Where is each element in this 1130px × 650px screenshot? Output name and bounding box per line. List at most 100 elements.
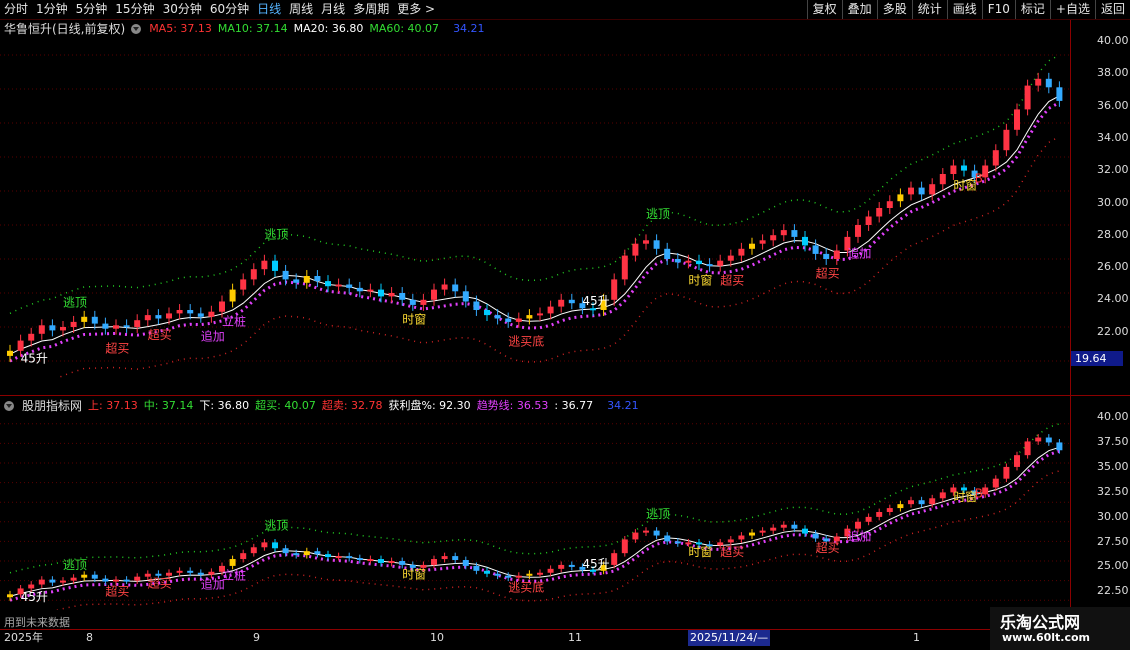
tab-9[interactable]: 多周期 <box>349 0 393 19</box>
candle-body <box>187 310 194 314</box>
candle-body <box>1024 441 1031 456</box>
candle-body <box>388 293 395 297</box>
future-data-note: 用到未来数据 <box>4 616 70 629</box>
date-cursor-highlight: 2025/11/24/— <box>688 630 771 646</box>
dropdown-icon[interactable] <box>131 24 142 34</box>
axis-tick-2: 35.00 <box>1097 459 1129 473</box>
candle-body <box>939 492 946 499</box>
main-price-axis: 40.00 38.00 36.00 34.00 32.00 30.00 28.00 26.00… <box>1070 20 1130 395</box>
candle-body <box>590 308 596 311</box>
period-toolbar: 分时 1分钟 5分钟 15分钟 30分钟 60分钟 日线 周线 月线 多周期 更多 > 复权 叠加 多股… <box>0 0 1130 20</box>
candle-body <box>611 553 618 565</box>
panel-divider[interactable] <box>0 395 1130 396</box>
candle-body <box>325 554 331 558</box>
tab-10[interactable]: 更多 > <box>393 0 439 19</box>
logo-name: 乐淘公式网 <box>1000 613 1081 632</box>
candle-body <box>134 576 141 581</box>
axis-tick-4: 32.00 <box>1097 163 1129 177</box>
axis-tick-7: 26.00 <box>1097 260 1129 274</box>
tab-3[interactable]: 15分钟 <box>111 0 158 19</box>
toolbar-button-5[interactable]: F10 <box>981 0 1015 19</box>
candle-body <box>123 579 130 582</box>
candle-body <box>526 315 533 319</box>
upper-band-line <box>9 54 1060 315</box>
candle-body <box>378 289 384 297</box>
main-annotation-13: 45升 <box>582 294 609 308</box>
candle-body <box>897 504 904 509</box>
candle-body <box>537 313 543 316</box>
toolbar-button-8[interactable]: 返回 <box>1094 0 1130 19</box>
main-annotation-16: B <box>975 172 983 186</box>
main-annotation-5: 追加 <box>201 329 225 344</box>
candle-body <box>494 573 501 576</box>
candle-body <box>208 311 215 317</box>
tab-7[interactable]: 周线 <box>285 0 317 19</box>
tab-5[interactable]: 60分钟 <box>206 0 253 19</box>
main-candlestick-chart[interactable]: 逃顶逃顶逃顶超买超买 追加时窗逃买底时窗 超买 超买时窗45升45升立桩追加B <box>0 38 1070 378</box>
candle-body <box>802 236 808 246</box>
axis-tick-8: 24.00 <box>1097 292 1129 306</box>
candle-body <box>547 568 554 573</box>
toolbar-button-3[interactable]: 统计 <box>911 0 947 19</box>
indicator-candlestick-chart[interactable]: 逃顶逃顶逃顶超买超买 追加时窗逃买底时窗 超买 超买时窗45升45升立桩追加B <box>0 414 1070 610</box>
ma60-value: MA60: 40.07 <box>369 22 440 35</box>
candle-body <box>780 230 787 236</box>
axis-tick-7: 22.50 <box>1097 584 1129 598</box>
axis-tick-2: 36.00 <box>1097 98 1129 112</box>
candle-body <box>494 315 501 319</box>
candle-body <box>70 577 77 581</box>
candle-body <box>664 248 671 259</box>
candle-body <box>335 284 342 287</box>
candle-body <box>1014 109 1020 130</box>
dropdown-icon[interactable] <box>4 401 14 411</box>
sub-annotation-4: 超买 <box>148 575 172 590</box>
candle-body <box>558 564 565 569</box>
sub-annotation-8: 时窗 <box>688 545 712 559</box>
candle-body <box>303 551 310 556</box>
candle-body <box>197 572 204 575</box>
main-annotation-4: 超买 <box>148 327 172 342</box>
candle-body <box>49 579 56 583</box>
tab-6[interactable]: 日线 <box>253 0 285 19</box>
candle-body <box>102 323 109 329</box>
candle-body <box>261 542 268 548</box>
candle-body <box>929 184 936 195</box>
date-axis: 2025年 8 9 10 11 1 2025/11/24/— <box>0 630 1070 650</box>
main-annotation-10: 超买 <box>816 266 840 281</box>
candle-body <box>749 243 755 249</box>
candle-body <box>1024 85 1031 110</box>
tab-2[interactable]: 5分钟 <box>72 0 112 19</box>
candle-body <box>696 260 702 265</box>
axis-tick-4: 30.00 <box>1097 509 1129 523</box>
sub-annotation-13: 45升 <box>582 557 609 571</box>
toolbar-button-6[interactable]: 标记 <box>1014 0 1050 19</box>
candle-body <box>717 260 724 266</box>
toolbar-button-4[interactable]: 画线 <box>946 0 982 19</box>
sub-annotation-7: 逃买底 <box>508 579 544 594</box>
candle-body <box>420 299 427 305</box>
sub-annotation-1: 逃顶 <box>264 519 288 533</box>
tab-1[interactable]: 1分钟 <box>32 0 72 19</box>
tab-8[interactable]: 月线 <box>317 0 349 19</box>
candle-body <box>208 571 215 575</box>
tab-0[interactable]: 分时 <box>0 0 32 19</box>
candle-body <box>685 542 692 545</box>
candle-body <box>346 556 353 559</box>
candle-body <box>918 500 925 505</box>
toolbar-button-7[interactable]: +自选 <box>1049 0 1095 19</box>
candle-body <box>568 299 575 304</box>
current-price-badge: 19.64 <box>1071 351 1123 366</box>
candle-body <box>325 281 331 287</box>
candle-body <box>812 533 819 539</box>
toolbar-button-0[interactable]: 复权 <box>806 0 842 19</box>
candle-body <box>632 532 639 540</box>
candle-body <box>992 478 999 488</box>
toolbar-button-1[interactable]: 叠加 <box>841 0 877 19</box>
candle-body <box>60 580 66 583</box>
tab-4[interactable]: 30分钟 <box>159 0 206 19</box>
candle-body <box>876 512 883 517</box>
candle-body <box>706 264 713 267</box>
sub-annotation-12: 45升 <box>21 590 48 604</box>
candle-body <box>155 573 162 576</box>
toolbar-button-2[interactable]: 多股 <box>876 0 912 19</box>
